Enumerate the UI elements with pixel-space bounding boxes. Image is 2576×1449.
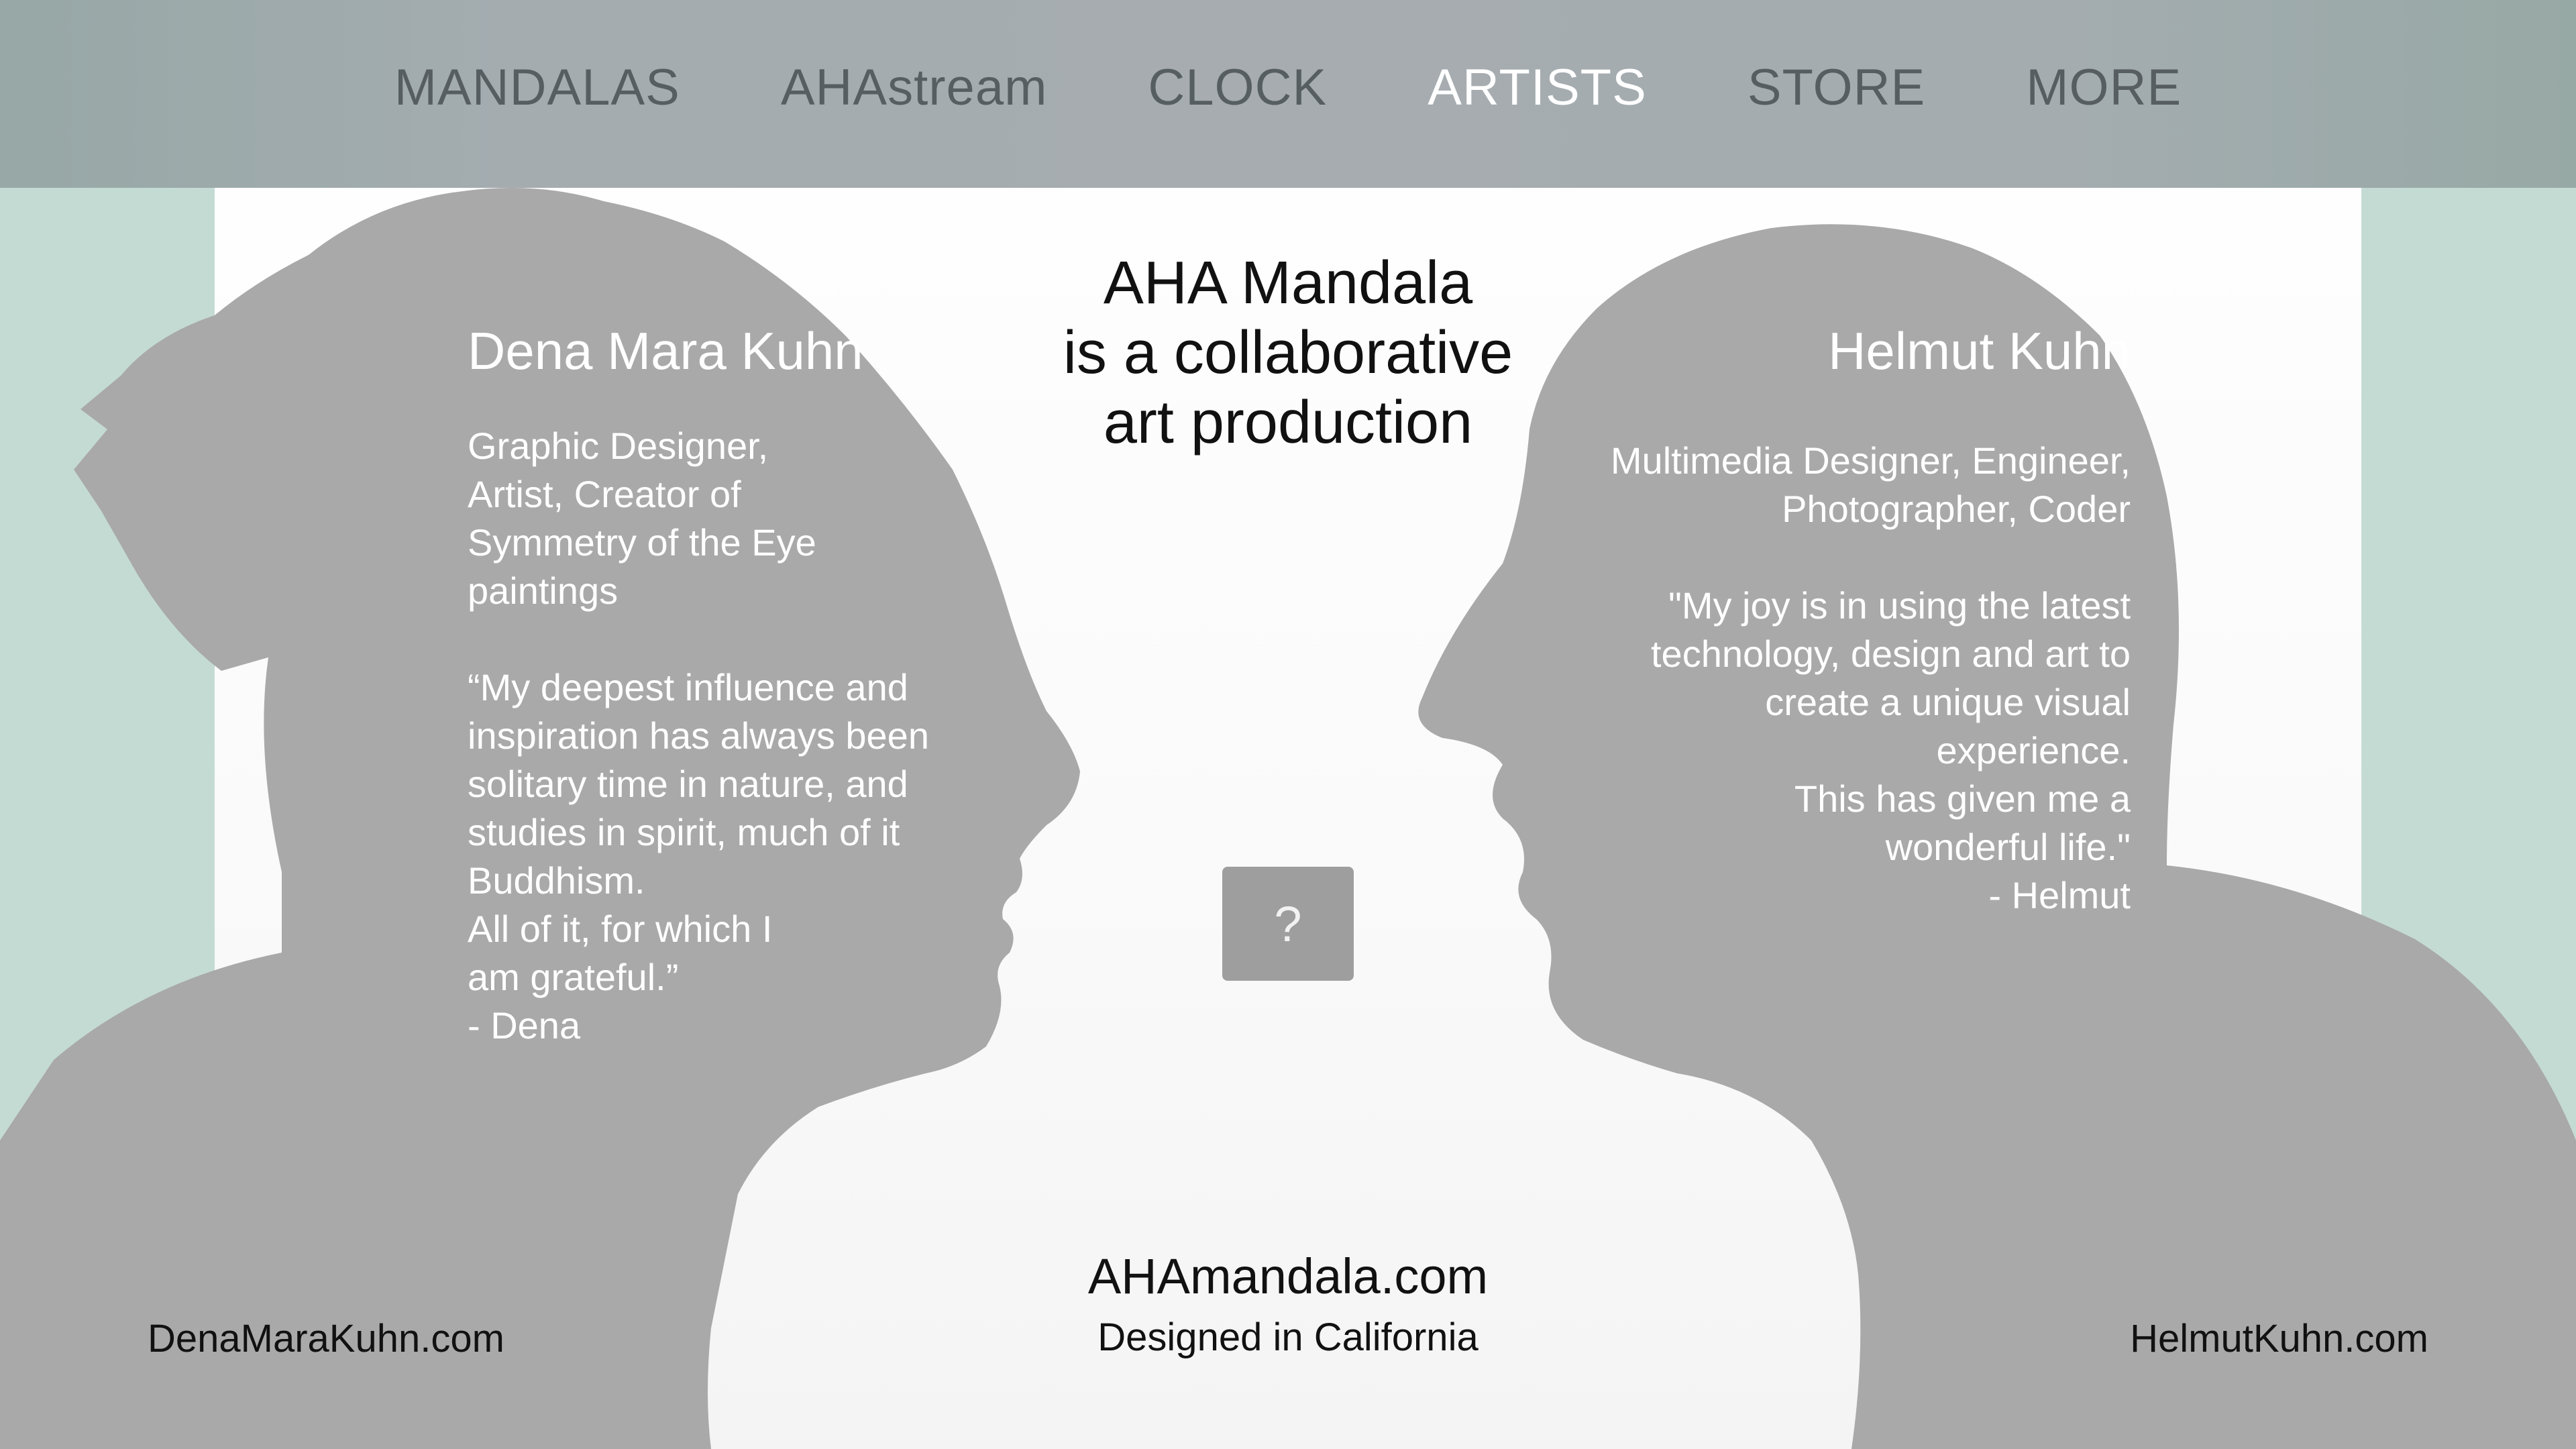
center-heading: AHA Mandala is a collaborative art produ… xyxy=(986,248,1590,458)
description-line: paintings xyxy=(468,570,619,612)
center-heading-line: art production xyxy=(1103,389,1473,456)
description-line: Graphic Designer, xyxy=(468,425,769,467)
tagline: Designed in California xyxy=(1097,1316,1479,1359)
quote-line: inspiration has always been xyxy=(468,714,929,757)
description-line: Artist, Creator of xyxy=(468,473,741,515)
description-line: Symmetry of the Eye xyxy=(468,521,816,564)
artist-description: Multimedia Designer, Engineer, Photograp… xyxy=(1527,437,2131,533)
nav-item-mandalas[interactable]: MANDALAS xyxy=(344,58,731,117)
aha-mandala-site-link[interactable]: AHAmandala.com xyxy=(953,1248,1623,1305)
quote-line: wonderful life." xyxy=(1885,826,2131,868)
artist-name: Dena Mara Kuhn xyxy=(468,321,863,380)
quote-line: - Helmut xyxy=(1988,874,2131,916)
center-heading-line: is a collaborative xyxy=(1063,319,1513,386)
nav-item-clock[interactable]: CLOCK xyxy=(1097,58,1377,117)
nav-item-store[interactable]: STORE xyxy=(1697,58,1976,117)
quote-line: This has given me a xyxy=(1794,777,2131,820)
quote-line: technology, design and art to xyxy=(1650,633,2131,675)
artist-quote: “My deepest influence and inspiration ha… xyxy=(468,663,1018,1050)
help-button[interactable]: ? xyxy=(1222,867,1354,981)
quote-line: solitary time in nature, and xyxy=(468,763,908,805)
artist-panel-helmut: Helmut Kuhn Multimedia Designer, Enginee… xyxy=(1527,321,2131,920)
quote-line: create a unique visual xyxy=(1765,681,2131,723)
profile-silhouettes xyxy=(0,188,2576,1449)
helmut-site-link[interactable]: HelmutKuhn.com xyxy=(2130,1316,2428,1361)
quote-line: Buddhism. xyxy=(468,859,645,902)
artist-panel-dena: Dena Mara Kuhn Graphic Designer, Artist,… xyxy=(468,321,1018,1050)
quote-line: studies in spirit, much of it xyxy=(468,811,900,853)
quote-line: "My joy is in using the latest xyxy=(1668,584,2131,627)
description-line: Photographer, Coder xyxy=(1782,488,2131,530)
nav-item-more[interactable]: MORE xyxy=(1976,58,2232,117)
quote-line: “My deepest influence and xyxy=(468,666,908,708)
quote-line: All of it, for which I xyxy=(468,908,773,950)
center-heading-line: AHA Mandala xyxy=(1103,250,1473,317)
description-line: Multimedia Designer, Engineer, xyxy=(1610,439,2131,482)
quote-line: am grateful.” xyxy=(468,956,679,998)
dena-site-link[interactable]: DenaMaraKuhn.com xyxy=(148,1316,504,1361)
nav-item-ahastream[interactable]: AHAstream xyxy=(731,58,1098,117)
artist-name: Helmut Kuhn xyxy=(1828,321,2131,380)
artist-quote: "My joy is in using the latest technolog… xyxy=(1527,582,2131,920)
artist-description: Graphic Designer, Artist, Creator of Sym… xyxy=(468,422,1018,615)
nav-item-artists[interactable]: ARTISTS xyxy=(1377,58,1697,117)
nav-list: MANDALAS AHAstream CLOCK ARTISTS STORE M… xyxy=(344,58,2233,117)
top-navigation-bar: MANDALAS AHAstream CLOCK ARTISTS STORE M… xyxy=(0,0,2576,188)
quote-line: experience. xyxy=(1936,729,2131,771)
quote-line: - Dena xyxy=(468,1004,581,1046)
